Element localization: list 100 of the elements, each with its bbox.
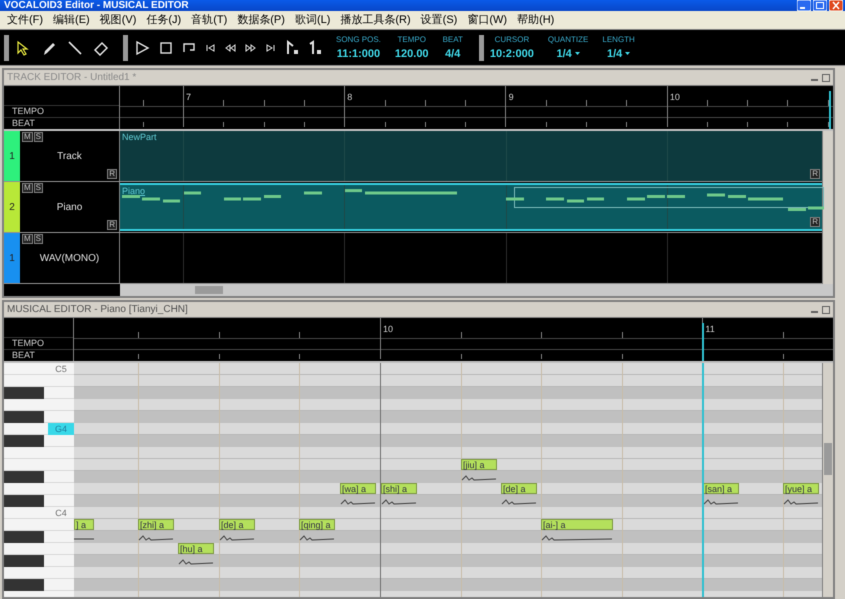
pitch-curve <box>541 533 613 543</box>
key-label: C4 <box>54 507 68 519</box>
window-title: VOCALOID3 Editor - MUSICAL EDITOR <box>4 0 189 11</box>
caret-icon <box>625 52 630 55</box>
pitch-curve <box>381 497 417 507</box>
toolbar-grip[interactable] <box>123 34 128 60</box>
render-button[interactable]: R <box>107 169 117 179</box>
note[interactable]: [zhi] a <box>138 519 174 530</box>
dropdown[interactable]: 1/4 <box>556 46 580 62</box>
readout-label: CURSOR <box>494 34 530 46</box>
track-name: WAV(MONO) <box>40 252 100 264</box>
stop-icon[interactable] <box>159 40 173 56</box>
vertical-scrollbar[interactable] <box>822 363 833 597</box>
readout-value: 4/4 <box>445 46 460 62</box>
track-number: 1 <box>4 233 20 283</box>
horizontal-scrollbar[interactable] <box>120 284 833 296</box>
readout-label: LENGTH <box>602 34 635 46</box>
maximize-icon[interactable] <box>822 74 830 82</box>
panel-title: TRACK EDITOR - Untitled1 * <box>7 72 136 83</box>
track-number: 2 <box>4 182 20 232</box>
readout-label: QUANTIZE <box>548 34 588 46</box>
part-end-button[interactable]: R <box>810 169 820 179</box>
arrow-icon[interactable] <box>15 40 31 56</box>
menu-item[interactable]: 播放工具条(R) <box>335 12 416 28</box>
menu-item[interactable]: 设置(S) <box>416 12 462 28</box>
readout-value: 11:1:000 <box>336 46 380 62</box>
ruler-label: TEMPO <box>4 337 73 349</box>
bar-number: 8 <box>347 92 352 102</box>
track-toggle-button[interactable]: M <box>22 183 33 193</box>
readout-label: BEAT <box>442 34 463 46</box>
line-icon[interactable] <box>67 40 83 56</box>
pitch-curve <box>340 497 376 507</box>
menu-item[interactable]: 窗口(W) <box>462 12 512 28</box>
note[interactable]: [jiu] a <box>461 459 497 470</box>
pitch-curve <box>219 533 255 543</box>
note[interactable]: [qing] a <box>299 519 335 530</box>
pitch-curve <box>461 473 497 483</box>
close-icon[interactable] <box>829 0 843 11</box>
pitch-curve <box>783 497 819 507</box>
track-part[interactable]: NewPart R <box>120 131 822 181</box>
pitch-curve <box>178 557 214 567</box>
readout-label: TEMPO <box>398 34 426 46</box>
track-toggle-button[interactable]: S <box>34 132 44 142</box>
note-end-icon[interactable] <box>308 40 322 56</box>
menu-item[interactable]: 视图(V) <box>94 12 142 28</box>
bar-number: 7 <box>186 92 192 102</box>
bar-number: 11 <box>705 324 715 334</box>
pitch-curve <box>501 497 537 507</box>
menu-item[interactable]: 音轨(T) <box>186 12 232 28</box>
ruler-label: BEAT <box>4 117 119 129</box>
vertical-scrollbar[interactable] <box>822 131 833 284</box>
pitch-curve <box>703 497 739 507</box>
note[interactable]: [de] a <box>501 483 537 494</box>
note-grid[interactable]: ] a [zhi] a [hu] a [de] a [qing] a [wa] a [shi] a [jiu] a [de] a [ai-] a [san] a [yue] a <box>74 363 822 597</box>
bar-number: 10 <box>670 92 680 102</box>
note[interactable]: ] a <box>74 519 94 530</box>
key-label: G4 <box>48 423 74 435</box>
bar-number: 9 <box>508 92 514 102</box>
render-button[interactable]: R <box>107 220 117 230</box>
readout-value: 10:2:000 <box>490 46 534 62</box>
ruler-label: TEMPO <box>4 105 119 117</box>
menu-item[interactable]: 帮助(H) <box>512 12 560 28</box>
part-end-button[interactable]: R <box>810 217 820 227</box>
note[interactable]: [shi] a <box>381 483 417 494</box>
piano-keys-drawing[interactable] <box>4 363 74 597</box>
readout-label: SONG POS. <box>336 34 381 46</box>
pitch-curve <box>138 533 174 543</box>
ruler-label: BEAT <box>4 349 73 361</box>
note-start-icon[interactable] <box>285 40 299 56</box>
note[interactable]: [san] a <box>703 483 739 494</box>
track-toggle-button[interactable]: S <box>34 183 44 193</box>
panel-title: MUSICAL EDITOR - Piano [Tianyi_CHN] <box>7 304 188 315</box>
menu-item[interactable]: 数据条(P) <box>232 12 290 28</box>
eraser-icon[interactable] <box>93 40 109 56</box>
track-part[interactable]: Piano R <box>120 183 822 231</box>
toolbar-grip[interactable] <box>4 34 9 60</box>
note[interactable]: [wa] a <box>340 483 376 494</box>
toolbar-grip[interactable] <box>478 34 484 60</box>
menu-item[interactable]: 任务(J) <box>141 12 186 28</box>
note[interactable]: [yue] a <box>783 483 819 494</box>
track-toggle-button[interactable]: M <box>22 234 33 244</box>
minimize-icon[interactable] <box>797 0 811 11</box>
dropdown[interactable]: 1/4 <box>606 46 630 62</box>
readout-value: 120.00 <box>394 46 429 62</box>
menu-item[interactable]: 歌词(L) <box>290 12 336 28</box>
key-label: C5 <box>54 363 68 375</box>
pitch-curve <box>299 533 335 543</box>
menu-item[interactable]: 编辑(E) <box>48 12 95 28</box>
track-toggle-button[interactable]: S <box>34 234 44 244</box>
caret-icon <box>574 52 580 55</box>
menu-item[interactable]: 文件(F) <box>2 12 48 28</box>
part-name: NewPart <box>122 132 157 142</box>
play-icon[interactable] <box>134 40 150 56</box>
track-name: Piano <box>56 202 82 212</box>
note[interactable]: [hu] a <box>178 543 214 554</box>
maximize-icon[interactable] <box>822 306 830 314</box>
note[interactable]: [de] a <box>219 519 255 530</box>
note[interactable]: [ai-] a <box>541 519 613 530</box>
bar-number: 10 <box>383 324 394 334</box>
track-toggle-button[interactable]: M <box>22 132 33 142</box>
